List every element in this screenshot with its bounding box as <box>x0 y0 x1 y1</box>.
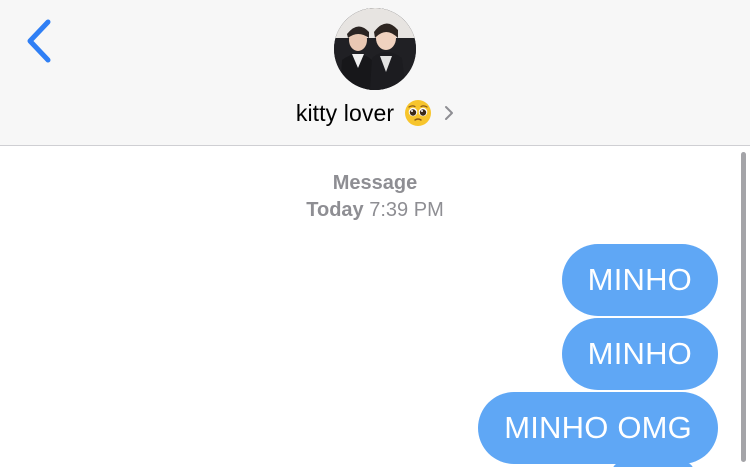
message-text: MINHO <box>587 336 692 371</box>
message-text: MINHO OMG <box>504 410 692 445</box>
contact-name-row[interactable]: kitty lover <box>0 96 750 130</box>
conversation-header: kitty lover <box>0 0 750 146</box>
sent-message-bubble[interactable]: MINHO <box>561 244 718 316</box>
messages-screen: kitty lover Message Today 7:39 PM MINHO … <box>0 0 750 467</box>
pleading-face-emoji-icon <box>404 99 432 127</box>
timestamp-time: 7:39 PM <box>369 199 444 221</box>
partial-message-bubble[interactable] <box>612 462 694 467</box>
sent-message-bubble[interactable]: MINHO <box>561 318 718 390</box>
chevron-right-icon <box>444 105 454 121</box>
contact-avatar[interactable] <box>334 8 416 90</box>
timestamp-day: Today <box>306 199 364 221</box>
service-label: Message <box>332 172 418 194</box>
back-button[interactable] <box>18 14 62 70</box>
message-text: MINHO <box>587 262 692 297</box>
sent-message-bubble[interactable]: MINHO OMG <box>478 392 718 464</box>
chevron-left-icon <box>18 14 62 70</box>
scrollbar[interactable] <box>741 152 746 462</box>
message-timestamp: Today 7:39 PM <box>0 199 750 222</box>
contact-name: kitty lover <box>295 99 395 126</box>
